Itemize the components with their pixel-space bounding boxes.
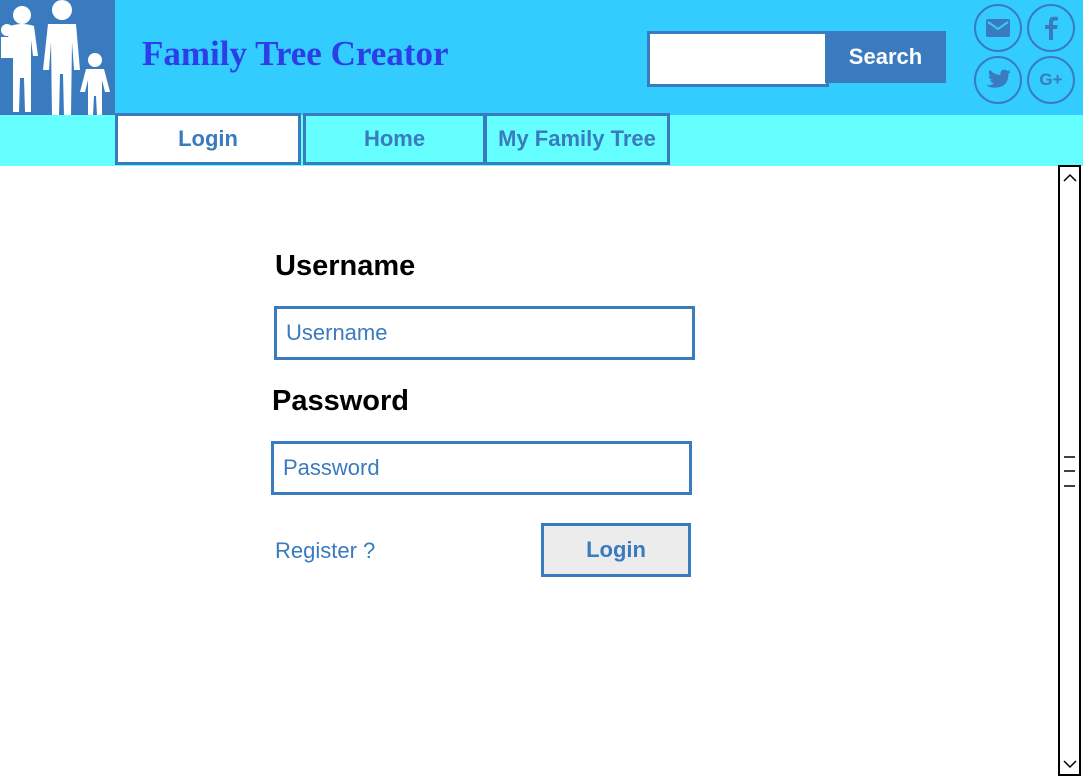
scrollbar[interactable] <box>1058 165 1081 776</box>
scroll-thumb[interactable] <box>1060 453 1079 491</box>
family-silhouette-icon <box>1 0 110 116</box>
scroll-down-button[interactable] <box>1060 754 1079 774</box>
twitter-button[interactable] <box>974 56 1022 104</box>
facebook-button[interactable] <box>1027 4 1075 52</box>
search-button[interactable]: Search <box>825 31 946 83</box>
tab-my-family-tree[interactable]: My Family Tree <box>484 113 670 165</box>
mail-button[interactable] <box>974 4 1022 52</box>
tab-home[interactable]: Home <box>303 113 486 165</box>
login-button[interactable]: Login <box>541 523 691 577</box>
page-title: Family Tree Creator <box>142 34 449 73</box>
google-plus-icon: G+ <box>1039 70 1063 89</box>
google-plus-button[interactable]: G+ <box>1027 56 1075 104</box>
username-field[interactable] <box>274 306 695 360</box>
username-label: Username <box>275 250 416 282</box>
tab-login[interactable]: Login <box>115 113 301 165</box>
twitter-icon <box>986 69 1011 88</box>
facebook-icon <box>1045 16 1058 40</box>
chevron-down-icon <box>1062 759 1077 768</box>
scroll-up-button[interactable] <box>1060 167 1079 187</box>
chevron-up-icon <box>1062 173 1077 182</box>
password-label: Password <box>272 385 409 417</box>
logo[interactable] <box>0 0 115 118</box>
password-field[interactable] <box>271 441 692 495</box>
grip-icon <box>1064 456 1075 487</box>
mail-icon <box>986 19 1010 37</box>
search-input[interactable] <box>647 31 829 87</box>
register-link[interactable]: Register ? <box>275 538 375 564</box>
